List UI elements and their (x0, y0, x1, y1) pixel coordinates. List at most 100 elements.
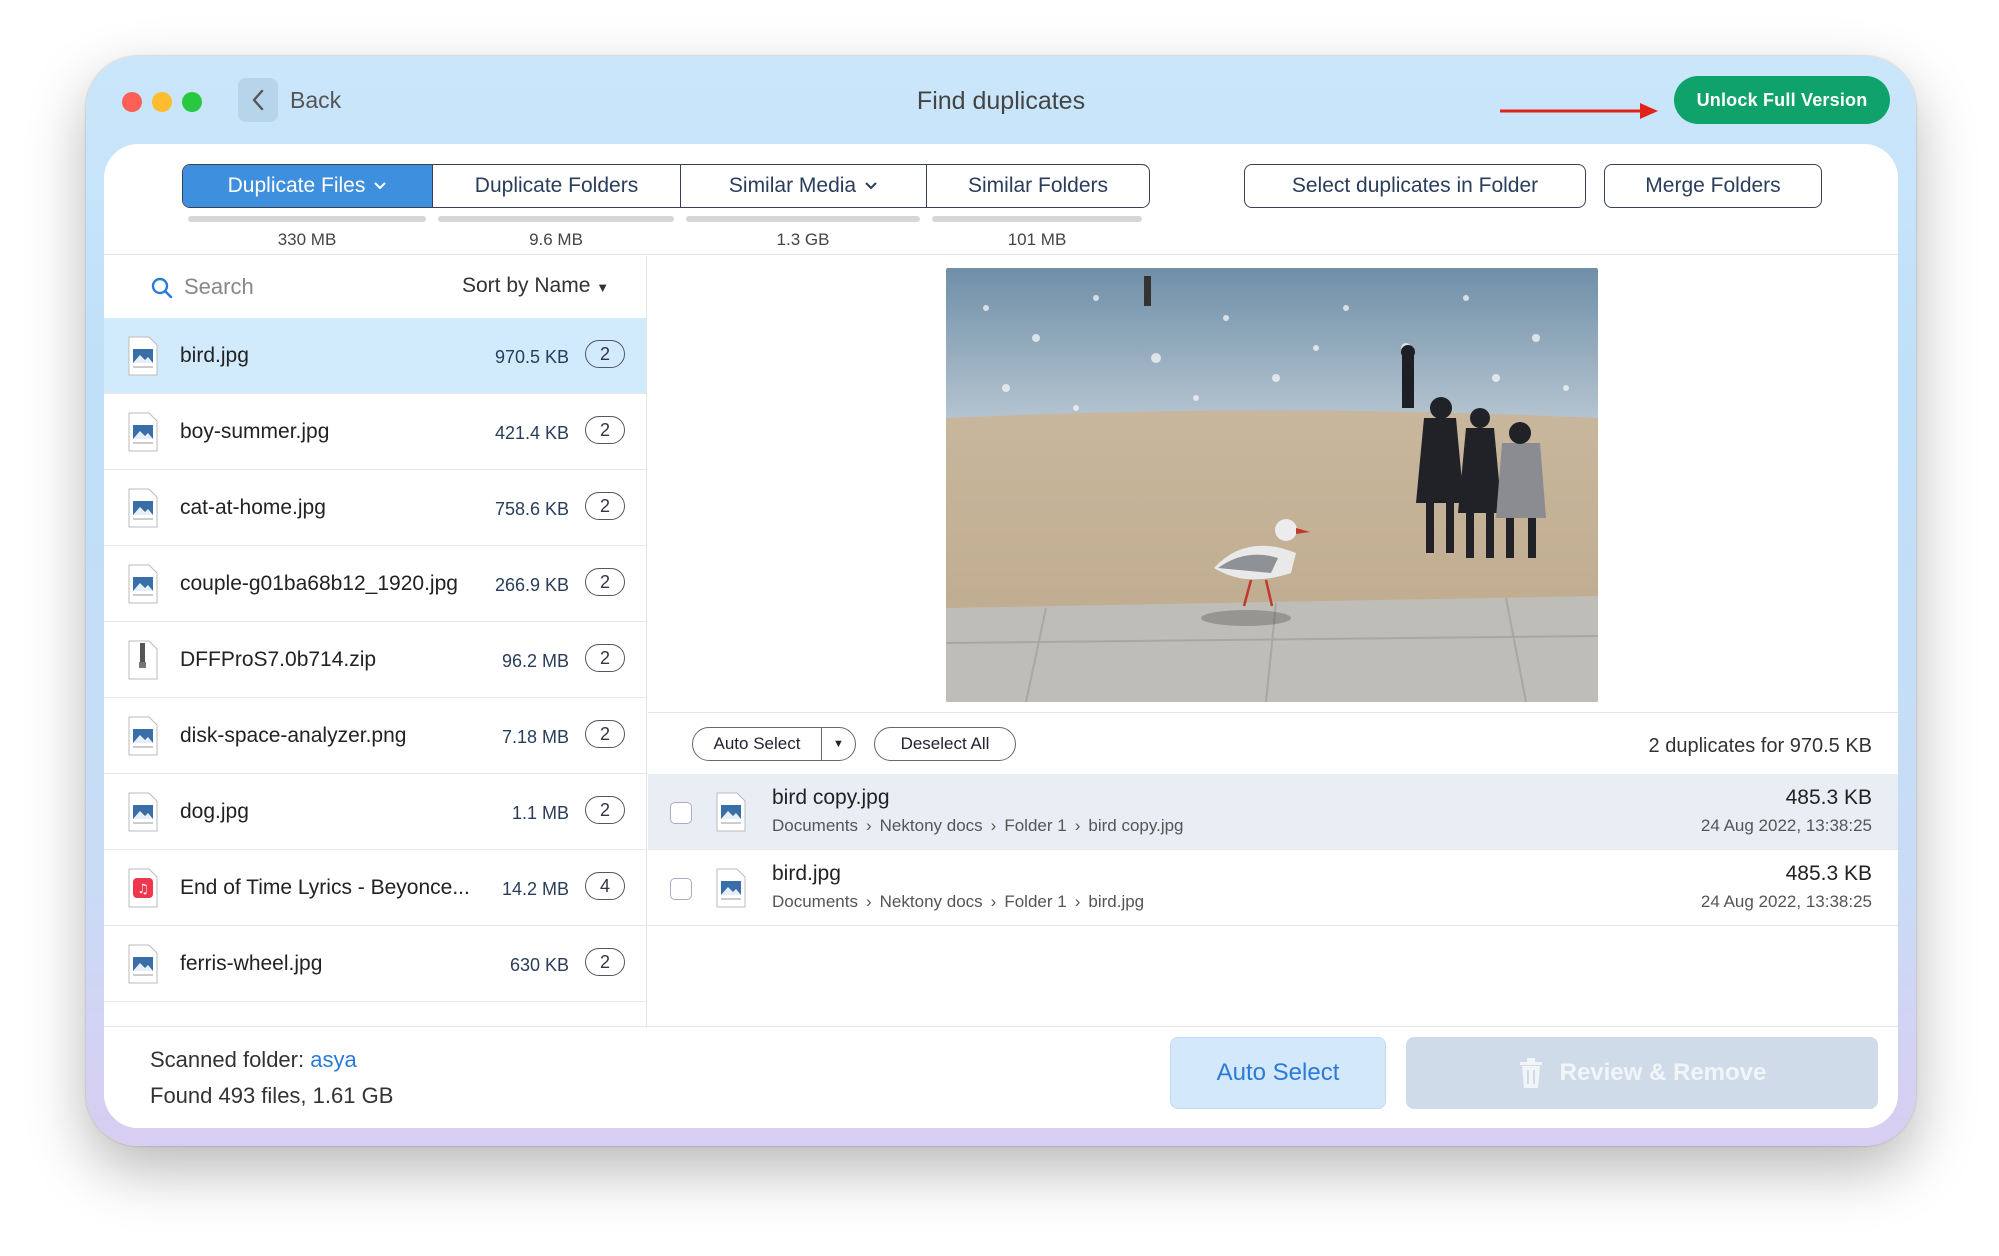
file-icon (714, 868, 748, 913)
file-size: 14.2 MB (501, 879, 569, 899)
path-separator-icon: › (990, 816, 997, 835)
music-file-icon: ♫ (128, 868, 158, 908)
path-separator-icon: › (865, 892, 872, 911)
svg-text:♫: ♫ (137, 882, 149, 897)
file-name: boy-summer.jpg (180, 420, 330, 443)
tab-similar-media[interactable]: Similar Media (681, 165, 927, 207)
tab-duplicate-files[interactable]: Duplicate Files (183, 165, 433, 207)
scanned-folder-info: Scanned folder: asya (150, 1047, 357, 1072)
image-file-icon (716, 792, 746, 832)
path-segment[interactable]: bird copy.jpg (1088, 816, 1183, 836)
file-size: 96.2 MB (501, 651, 569, 671)
duplicate-file-name: bird copy.jpg (772, 786, 890, 809)
select-duplicates-in-folder-button[interactable]: Select duplicates in Folder (1244, 164, 1586, 208)
file-size: 970.5 KB (494, 347, 569, 367)
duplicate-count-badge: 2 (585, 720, 625, 748)
tab-size-duplicate-files: 330 MB (182, 216, 432, 250)
duplicate-row[interactable]: bird copy.jpg Documents › Nektony docs › Fold… (648, 774, 1898, 850)
image-file-icon (128, 564, 158, 604)
main-panel: Duplicate Files Duplicate Folders Simila… (104, 144, 1898, 1128)
search-input[interactable] (184, 270, 424, 304)
duplicates-toolbar: Auto Select ▼ Deselect All 2 duplicates … (648, 712, 1898, 774)
duplicate-count-badge: 2 (585, 416, 625, 444)
file-list-pane: Sort by Name ▼ bird.jpg970.5 KB2boy-summ… (104, 256, 647, 1026)
path-separator-icon: › (1074, 816, 1081, 835)
merge-folders-button[interactable]: Merge Folders (1604, 164, 1822, 208)
file-size: 1.1 MB (511, 803, 569, 823)
image-file-icon (716, 868, 746, 908)
file-name: DFFProS7.0b714.zip (180, 648, 377, 671)
beach-photo (946, 268, 1598, 702)
duplicate-count-badge: 4 (585, 872, 625, 900)
duplicate-checkbox[interactable] (670, 802, 692, 824)
file-list: bird.jpg 970.5 KB 2 boy-summer.jpg 421.4 KB 2… (104, 318, 646, 1002)
file-list-item[interactable]: bird.jpg 970.5 KB 2 (104, 318, 646, 394)
file-icon (126, 488, 160, 533)
auto-select-button[interactable]: Auto Select (1170, 1037, 1386, 1109)
tab-size-bars: 330 MB 9.6 MB 1.3 GB 101 MB (182, 216, 1148, 250)
file-list-item[interactable]: dog.jpg 1.1 MB 2 (104, 774, 646, 850)
file-name: cat-at-home.jpg (180, 496, 326, 519)
found-files-summary: Found 493 files, 1.61 GB (150, 1083, 394, 1108)
app-window: Back Find duplicates Unlock Full Version… (86, 56, 1916, 1146)
image-file-icon (128, 944, 158, 984)
file-icon (714, 792, 748, 837)
path-segment[interactable]: Documents (772, 892, 858, 912)
duplicate-file-size: 485.3 KB (1785, 786, 1872, 809)
file-list-item[interactable]: ferris-wheel.jpg 630 KB 2 (104, 926, 646, 1002)
file-list-item[interactable]: boy-summer.jpg 421.4 KB 2 (104, 394, 646, 470)
tab-size-similar-folders: 101 MB (926, 216, 1148, 250)
trash-icon (1519, 1058, 1542, 1088)
review-remove-button[interactable]: Review & Remove (1406, 1037, 1878, 1109)
image-file-icon (128, 488, 158, 528)
duplicate-file-path: Documents › Nektony docs › Folder 1 › bird cop… (772, 816, 1184, 836)
file-list-item[interactable]: cat-at-home.jpg 758.6 KB 2 (104, 470, 646, 546)
file-list-item[interactable]: ♫ End of Time Lyrics - Beyonce... 14.2 MB 4 (104, 850, 646, 926)
path-separator-icon: › (865, 816, 872, 835)
duplicates-summary: 2 duplicates for 970.5 KB (1648, 735, 1872, 757)
file-icon (126, 716, 160, 761)
unlock-full-version-button[interactable]: Unlock Full Version (1674, 76, 1890, 124)
auto-select-small-button[interactable]: Auto Select (693, 734, 821, 754)
auto-select-dropdown[interactable]: ▼ (821, 728, 855, 760)
duplicate-count-badge: 2 (585, 340, 625, 368)
zip-file-icon (128, 640, 158, 680)
path-segment[interactable]: bird.jpg (1088, 892, 1144, 912)
duplicate-count-badge: 2 (585, 492, 625, 520)
file-icon (126, 944, 160, 989)
auto-select-split-button: Auto Select ▼ (692, 727, 856, 761)
file-name: couple-g01ba68b12_1920.jpg (180, 572, 458, 595)
file-list-item[interactable]: disk-space-analyzer.png 7.18 MB 2 (104, 698, 646, 774)
path-segment[interactable]: Nektony docs (880, 892, 983, 912)
tab-size-similar-media: 1.3 GB (680, 216, 926, 250)
footer-bar: Scanned folder: asya Found 493 files, 1.… (104, 1026, 1898, 1128)
duplicate-file-name: bird.jpg (772, 862, 841, 885)
tab-size-duplicate-folders: 9.6 MB (432, 216, 680, 250)
file-icon (126, 412, 160, 457)
duplicate-checkbox[interactable] (670, 878, 692, 900)
duplicate-row[interactable]: bird.jpg Documents › Nektony docs › Folder 1 ›… (648, 850, 1898, 926)
file-list-item[interactable]: couple-g01ba68b12_1920.jpg 266.9 KB 2 (104, 546, 646, 622)
file-size: 266.9 KB (494, 575, 569, 595)
path-segment[interactable]: Folder 1 (1004, 816, 1066, 836)
deselect-all-button[interactable]: Deselect All (874, 727, 1016, 761)
tab-similar-folders[interactable]: Similar Folders (927, 165, 1149, 207)
image-file-icon (128, 792, 158, 832)
scanned-folder-link[interactable]: asya (310, 1047, 356, 1072)
file-size: 421.4 KB (494, 423, 569, 443)
file-list-item[interactable]: DFFProS7.0b714.zip 96.2 MB 2 (104, 622, 646, 698)
caret-down-icon: ▼ (596, 280, 610, 295)
path-segment[interactable]: Nektony docs (880, 816, 983, 836)
search-bar: Sort by Name ▼ (104, 256, 646, 318)
duplicate-file-date: 24 Aug 2022, 13:38:25 (1700, 892, 1872, 911)
image-file-icon (128, 336, 158, 376)
file-icon (126, 336, 160, 381)
sort-dropdown[interactable]: Sort by Name ▼ (462, 274, 609, 298)
path-segment[interactable]: Folder 1 (1004, 892, 1066, 912)
tab-duplicate-folders[interactable]: Duplicate Folders (433, 165, 681, 207)
path-segment[interactable]: Documents (772, 816, 858, 836)
category-tabs: Duplicate Files Duplicate Folders Simila… (182, 164, 1150, 208)
file-icon (126, 792, 160, 837)
file-name: End of Time Lyrics - Beyonce... (180, 876, 470, 899)
file-name: disk-space-analyzer.png (180, 724, 407, 747)
